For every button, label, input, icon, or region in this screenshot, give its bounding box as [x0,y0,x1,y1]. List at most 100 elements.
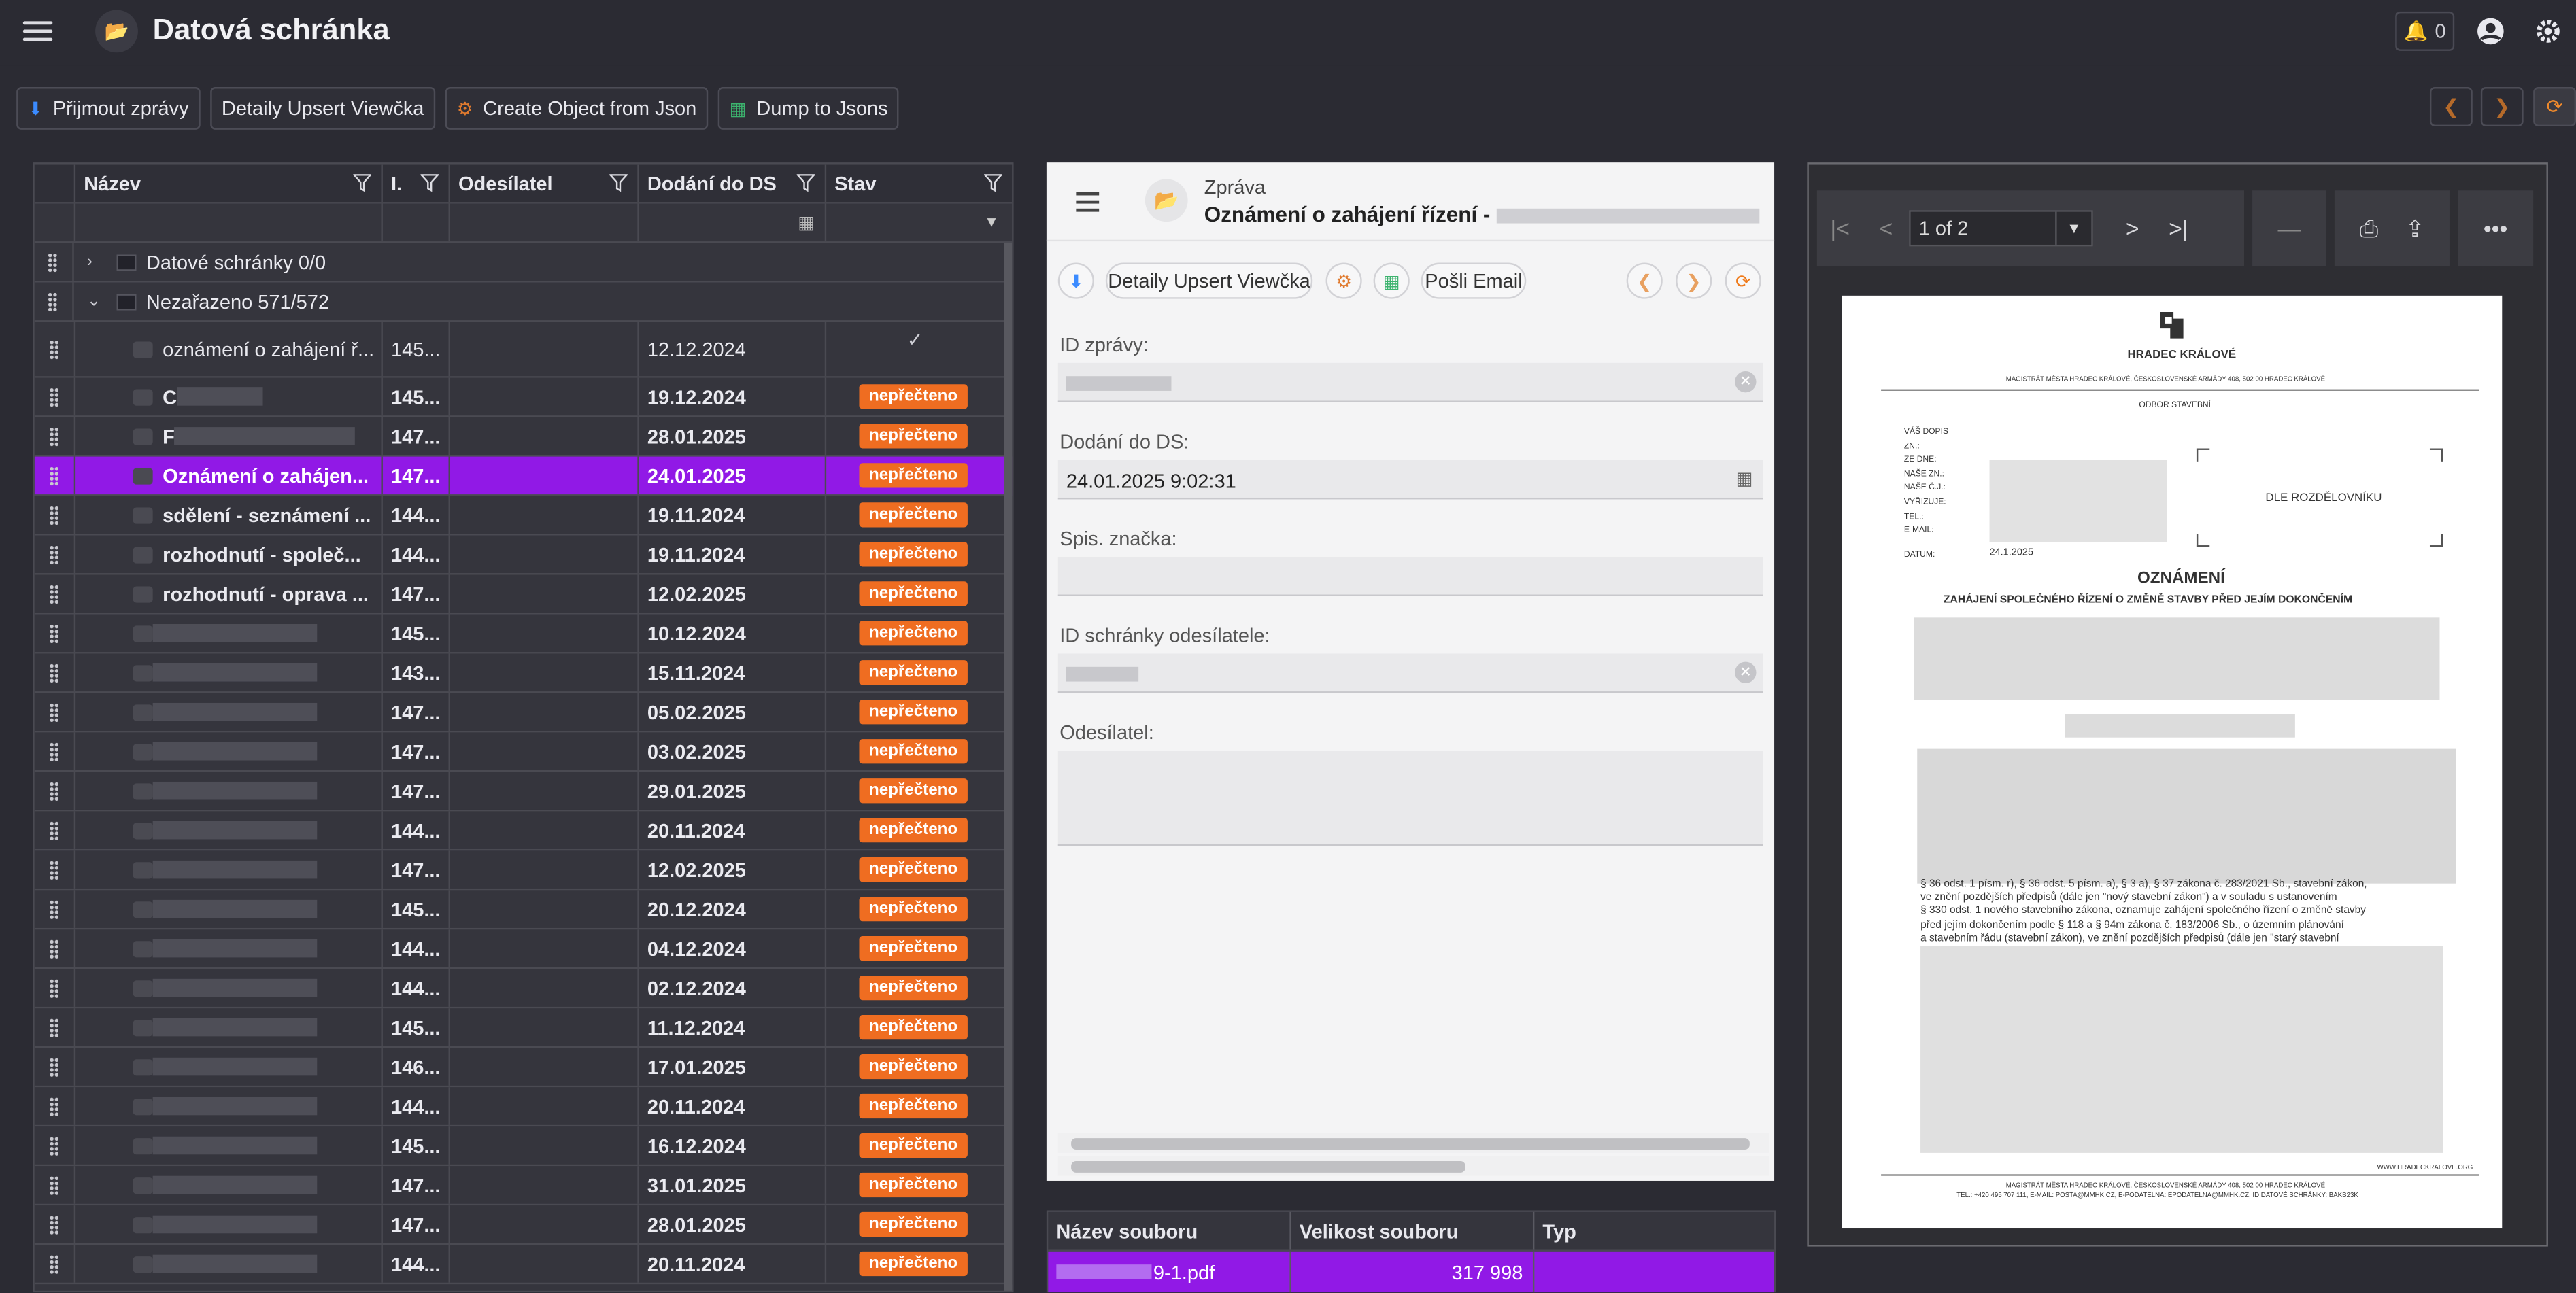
delivery-filter-input[interactable]: ▦ [639,203,827,242]
table-row[interactable]: 145... 11.12.2024 nepřečteno [34,1008,1013,1048]
previous-message-button[interactable]: ❮ [1626,262,1663,299]
drag-handle[interactable] [35,1048,76,1086]
drag-handle[interactable] [35,653,76,692]
drag-handle[interactable] [35,732,76,771]
filter-icon[interactable] [796,174,815,192]
drag-handle[interactable] [35,1245,76,1283]
gear-icon[interactable] [2532,15,2564,48]
drag-handle[interactable] [35,1087,76,1125]
id-field[interactable]: ✕ [1057,362,1763,402]
drag-handle[interactable] [35,574,76,613]
create-object-button[interactable]: ⚙ [1325,262,1362,299]
drag-handle[interactable] [35,850,76,889]
table-row[interactable]: 144... 04.12.2024 nepřečteno [34,929,1013,969]
delivery-field[interactable]: 24.01.2025 9:02:31 ▦ [1057,460,1763,500]
menu-icon[interactable] [22,18,53,45]
table-row[interactable]: 144... 20.11.2024 nepřečteno [34,811,1013,851]
drag-handle[interactable] [35,456,76,495]
drag-handle[interactable] [35,496,76,534]
notifications-button[interactable]: 🔔 0 [2395,11,2455,51]
drag-handle[interactable] [35,890,76,928]
table-row[interactable]: rozhodnutí - oprava ... 147... 12.02.2025 n… [34,574,1013,615]
drag-handle[interactable] [35,693,76,731]
table-row[interactable]: 145... 10.12.2024 nepřečteno [34,614,1013,654]
dump-jsons-button[interactable]: ▦ Dump to Jsons [717,87,900,130]
next-page-icon[interactable]: > [2109,215,2156,241]
drag-handle[interactable] [35,811,76,849]
table-row[interactable]: 147... 31.01.2025 nepřečteno [34,1166,1013,1206]
drag-handle[interactable] [35,282,74,321]
horizontal-scrollbar[interactable] [1057,1156,1769,1176]
clear-icon[interactable]: ✕ [1735,370,1757,393]
table-row[interactable]: 144... 20.11.2024 nepřečteno [34,1087,1013,1127]
grid-scrollbar[interactable] [1004,243,1013,1291]
chevron-down-icon[interactable]: ⌄ [87,292,103,311]
user-icon[interactable] [2474,15,2507,48]
sender-filter-input[interactable] [450,203,639,242]
column-header-delivery[interactable]: Dodání do DS [639,164,827,203]
status-filter-select[interactable]: ▼ [826,204,1012,242]
filter-icon[interactable] [420,174,439,192]
column-header-id[interactable]: I. [383,164,450,203]
previous-button[interactable]: ❮ [2429,87,2473,127]
group-row[interactable]: ⌄ Nezařazeno 571/572 [34,282,1013,322]
last-page-icon[interactable]: >| [2156,215,2202,241]
column-header-sender[interactable]: Odesílatel [450,164,639,203]
id-filter-input[interactable] [383,203,450,242]
table-row[interactable]: F 147... 28.01.2025 nepřečteno [34,417,1013,457]
first-page-icon[interactable]: |< [1817,215,1863,241]
attachment-row[interactable]: 9-1.pdf 317 998 [1048,1251,1775,1293]
drag-handle[interactable] [35,1126,76,1165]
table-row[interactable]: C 145... 19.12.2024 nepřečteno [34,377,1013,417]
filter-icon[interactable] [353,174,371,192]
table-row[interactable]: 147... 05.02.2025 nepřečteno [34,693,1013,733]
name-filter-input[interactable] [75,203,383,242]
menu-icon[interactable] [1076,192,1100,212]
zoom-out-button[interactable]: — [2252,190,2326,266]
drag-handle[interactable] [35,535,76,574]
drag-handle[interactable] [35,929,76,967]
page-selector[interactable]: 1 of 2 ▼ [1909,210,2093,247]
column-header-filesize[interactable]: Velikost souboru [1291,1211,1535,1250]
clear-icon[interactable]: ✕ [1735,661,1757,683]
next-button[interactable]: ❯ [2480,87,2524,127]
filter-icon[interactable] [609,174,628,192]
create-object-button[interactable]: ⚙ Create Object from Json [445,87,709,130]
print-icon[interactable]: ⎙ [2346,214,2392,242]
column-header-name[interactable]: Název [75,164,383,203]
dump-json-button[interactable]: ▦ [1373,262,1410,299]
table-row[interactable]: 147... 28.01.2025 nepřečteno [34,1205,1013,1245]
sender-textarea[interactable] [1057,751,1763,846]
table-row[interactable]: 144... 02.12.2024 nepřečteno [34,969,1013,1009]
horizontal-scrollbar[interactable] [1057,1133,1769,1153]
drag-handle[interactable] [35,1166,76,1204]
table-row[interactable]: 144... 20.11.2024 nepřečteno [34,1245,1013,1285]
drag-handle[interactable] [35,614,76,653]
table-row[interactable]: 145... 16.12.2024 nepřečteno [34,1126,1013,1167]
table-row[interactable]: Oznámení o zahájen... 147... 24.01.2025 nep… [34,456,1013,496]
previous-page-icon[interactable]: < [1863,215,1910,241]
table-row[interactable]: 146... 17.01.2025 nepřečteno [34,1048,1013,1088]
file-mark-field[interactable] [1057,556,1763,596]
table-row[interactable]: 147... 12.02.2025 nepřečteno [34,850,1013,891]
column-header-filename[interactable]: Název souboru [1048,1211,1291,1250]
filter-icon[interactable] [984,174,1002,192]
download-button[interactable]: ⬇ [1057,262,1094,299]
column-header-type[interactable]: Typ [1534,1212,1774,1250]
chevron-right-icon[interactable]: › [87,253,103,271]
calendar-icon[interactable]: ▦ [798,212,815,233]
drag-handle[interactable] [35,1205,76,1243]
drag-handle[interactable] [35,969,76,1007]
more-button[interactable]: ••• [2458,190,2534,266]
next-message-button[interactable]: ❯ [1676,262,1712,299]
refresh-button[interactable]: ⟳ [1725,262,1761,299]
details-upsert-button[interactable]: Detaily Upsert Viewčka [209,87,436,130]
drag-handle[interactable] [35,417,76,455]
share-icon[interactable]: ⇪ [2392,214,2438,242]
drag-handle[interactable] [35,772,76,810]
send-email-button[interactable]: Pošli Email [1421,262,1527,299]
drag-handle[interactable] [35,322,76,377]
table-row[interactable]: sdělení - seznámení ... 144... 19.11.2024 n… [34,496,1013,536]
refresh-button[interactable]: ⟳ [2533,87,2576,127]
drag-handle[interactable] [35,243,74,281]
